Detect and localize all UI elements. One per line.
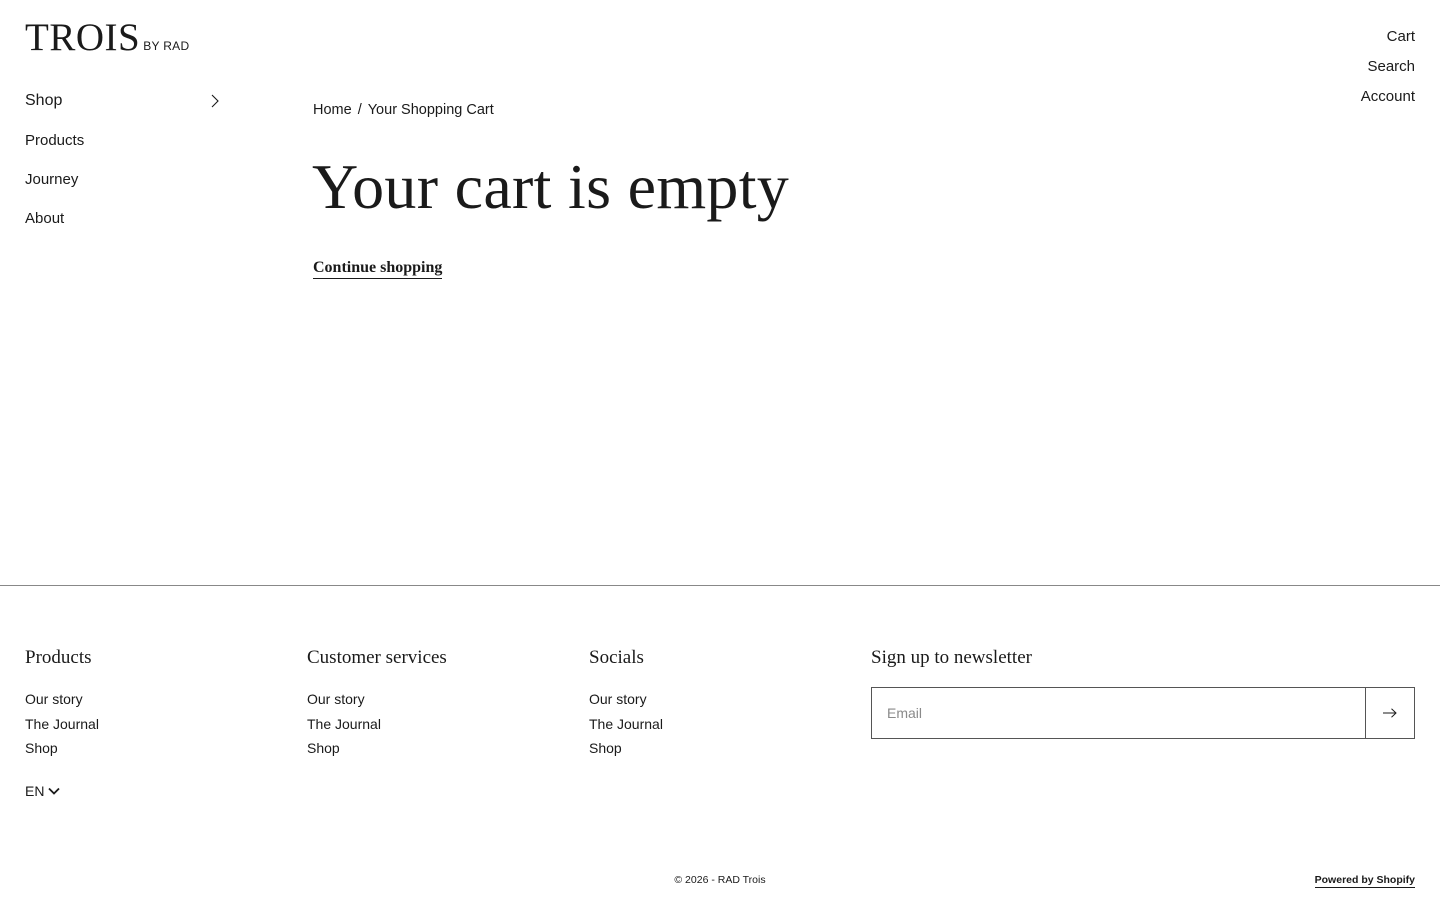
breadcrumb-home-link[interactable]: Home bbox=[313, 102, 352, 118]
footer-link-our-story[interactable]: Our story bbox=[307, 687, 447, 712]
brand-logo[interactable]: TROIS BY RAD bbox=[25, 18, 189, 57]
brand-name: TROIS bbox=[25, 16, 141, 59]
footer-column-products: Products Our story The Journal Shop bbox=[25, 647, 99, 761]
copyright-text: © 2026 - RAD Trois bbox=[674, 874, 766, 886]
chevron-right-icon bbox=[211, 94, 219, 108]
powered-by-shopify-link[interactable]: Powered by Shopify bbox=[1314, 874, 1415, 888]
arrow-right-icon bbox=[1383, 708, 1397, 718]
breadcrumb-separator: / bbox=[357, 102, 362, 118]
nav-item-label: Products bbox=[25, 131, 85, 149]
footer-heading: Products bbox=[25, 647, 92, 668]
footer-heading: Socials bbox=[589, 647, 644, 668]
footer-link-the-journal[interactable]: The Journal bbox=[589, 712, 663, 737]
breadcrumb-current: Your Shopping Cart bbox=[367, 102, 494, 118]
continue-shopping-link[interactable]: Continue shopping bbox=[313, 258, 443, 279]
footer-link-our-story[interactable]: Our story bbox=[25, 687, 99, 712]
newsletter-form bbox=[871, 687, 1415, 739]
footer-link-our-story[interactable]: Our story bbox=[589, 687, 663, 712]
language-value: EN bbox=[25, 783, 45, 799]
brand-sub: BY RAD bbox=[143, 39, 190, 53]
chevron-down-icon bbox=[48, 787, 61, 795]
account-link[interactable]: Account bbox=[1361, 87, 1415, 117]
footer-link-shop[interactable]: Shop bbox=[25, 736, 99, 761]
nav-item-products[interactable]: Products bbox=[25, 129, 220, 151]
footer-divider bbox=[0, 585, 1440, 586]
utility-navigation: Cart Search Account bbox=[1361, 27, 1415, 117]
footer-link-shop[interactable]: Shop bbox=[589, 736, 663, 761]
nav-item-label: About bbox=[25, 209, 65, 227]
footer-heading: Customer services bbox=[307, 647, 447, 668]
newsletter-heading: Sign up to newsletter bbox=[871, 647, 1032, 668]
email-field[interactable] bbox=[871, 687, 1365, 739]
footer-column-socials: Socials Our story The Journal Shop bbox=[589, 647, 663, 761]
language-selector[interactable]: EN bbox=[25, 783, 61, 799]
nav-item-label: Shop bbox=[25, 92, 63, 109]
nav-item-label: Journey bbox=[25, 170, 79, 188]
page-title: Your cart is empty bbox=[312, 151, 790, 222]
footer-link-the-journal[interactable]: The Journal bbox=[307, 712, 447, 737]
footer-column-customer-services: Customer services Our story The Journal … bbox=[307, 647, 447, 761]
newsletter-section: Sign up to newsletter bbox=[871, 647, 1415, 739]
newsletter-submit-button[interactable] bbox=[1365, 687, 1415, 739]
nav-item-shop[interactable]: Shop bbox=[25, 90, 220, 112]
search-link[interactable]: Search bbox=[1361, 57, 1415, 87]
footer-link-the-journal[interactable]: The Journal bbox=[25, 712, 99, 737]
footer-link-shop[interactable]: Shop bbox=[307, 736, 447, 761]
main-navigation: Shop Products Journey About bbox=[25, 90, 220, 246]
nav-item-about[interactable]: About bbox=[25, 207, 220, 229]
cart-link[interactable]: Cart bbox=[1361, 27, 1415, 57]
nav-item-journey[interactable]: Journey bbox=[25, 168, 220, 190]
breadcrumb: Home / Your Shopping Cart bbox=[313, 102, 494, 118]
